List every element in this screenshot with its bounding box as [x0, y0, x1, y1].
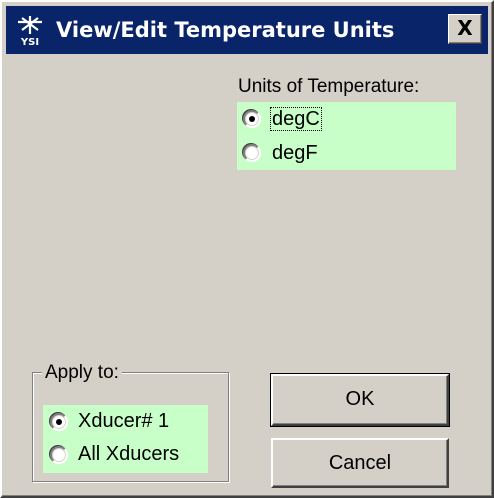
- radio-selected-dot: [56, 419, 62, 425]
- dialog-window: YSI View/Edit Temperature Units X Units …: [0, 0, 494, 498]
- units-radio-group: [237, 102, 456, 170]
- ok-button[interactable]: OK: [270, 373, 450, 427]
- title-bar[interactable]: YSI View/Edit Temperature Units X: [6, 6, 488, 54]
- radio-selected-dot: [249, 116, 255, 122]
- radio-degc-label[interactable]: degC: [270, 107, 322, 131]
- units-of-temperature-label: Units of Temperature:: [238, 76, 420, 97]
- degc-label-text: degC: [270, 107, 322, 131]
- radio-degc[interactable]: [243, 110, 261, 128]
- radio-all-xducers-label[interactable]: All Xducers: [78, 442, 179, 466]
- window-title: View/Edit Temperature Units: [56, 18, 395, 42]
- radio-all-xducers[interactable]: [50, 446, 68, 464]
- apply-to-legend: Apply to:: [42, 362, 122, 384]
- cancel-button[interactable]: Cancel: [271, 438, 449, 488]
- close-icon: X: [457, 16, 473, 40]
- radio-xducer-1-label[interactable]: Xducer# 1: [78, 409, 169, 433]
- svg-text:YSI: YSI: [20, 37, 39, 48]
- close-button[interactable]: X: [448, 14, 482, 44]
- radio-xducer-1[interactable]: [50, 413, 68, 431]
- radio-degf[interactable]: [243, 144, 261, 162]
- ysi-logo-icon: YSI: [12, 12, 48, 48]
- radio-degf-label[interactable]: degF: [272, 141, 318, 165]
